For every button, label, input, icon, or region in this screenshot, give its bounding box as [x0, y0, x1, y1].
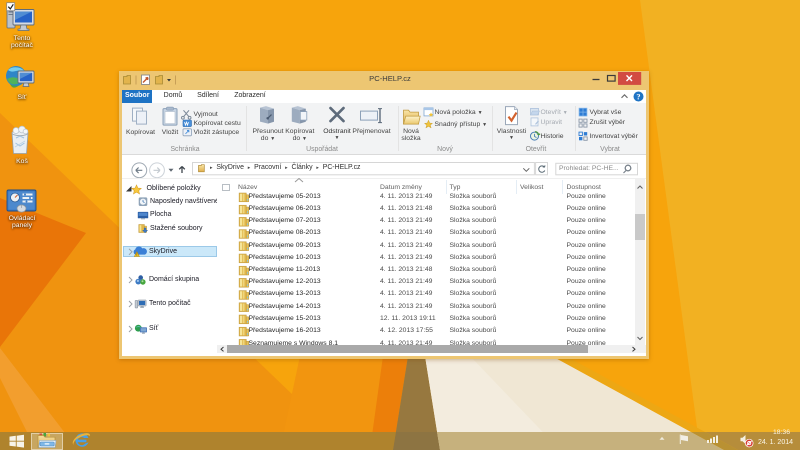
svg-text:?: ? [636, 93, 640, 102]
